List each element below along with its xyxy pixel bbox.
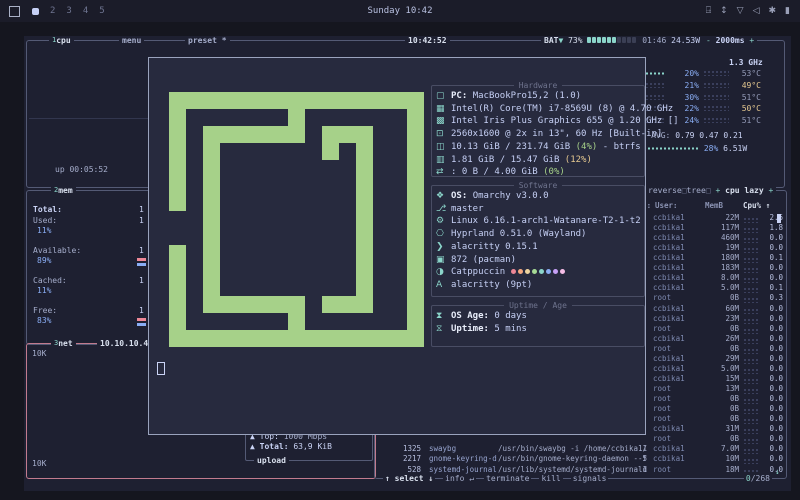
action-select[interactable]: ↑ select ↓ xyxy=(383,474,435,483)
btop-clock: 10:42:52 xyxy=(405,36,450,45)
fastfetch-line: ◫10.13 GiB / 231.74 GiB (4%) - btrfs xyxy=(436,141,679,154)
fastfetch-line: ❖OS: Omarchy v3.0.0 xyxy=(436,190,641,203)
fastfetch-line: ▣872 (pacman) xyxy=(436,254,641,267)
git-branch-icon: ⎇ xyxy=(436,203,451,216)
omarchy-ascii-logo xyxy=(169,92,424,347)
action-signals[interactable]: signals xyxy=(571,474,609,483)
process-row[interactable]: 528systemd-journal/usr/lib/systemd/syste… xyxy=(375,465,784,475)
fastfetch-line: ▦Intel(R) Core(TM) i7-8569U (8) @ 4.70 G… xyxy=(436,103,679,116)
swap-icon: ⇄ xyxy=(436,166,451,179)
display-icon: ⊡ xyxy=(436,128,451,141)
cpu-icon: ▦ xyxy=(436,103,451,116)
hardware-lines: ▢PC: MacBookPro15,2 (1.0)▦Intel(R) Core(… xyxy=(436,90,679,179)
process-row[interactable]: 1325swaybg/usr/bin/swaybg -i /home/ccbik… xyxy=(375,444,784,454)
wm-icon: ⎔ xyxy=(436,228,451,241)
fastfetch-line: ▩Intel Iris Plus Graphics 655 @ 1.20 GHz… xyxy=(436,115,679,128)
bar-clock: Sunday 10:42 xyxy=(0,6,800,16)
mem-row-label: Available: xyxy=(33,246,81,255)
fastfetch-line: ⚙Linux 6.16.1-arch1-Watanare-T2-1-t2 xyxy=(436,215,641,228)
os-icon: ❖ xyxy=(436,190,451,203)
packages-icon: ▣ xyxy=(436,254,451,267)
cpu-core-row: 21%49°C xyxy=(625,81,783,90)
mem-row-label: Total: xyxy=(33,205,62,214)
mem-row-label: Used: xyxy=(33,216,57,225)
os-age-icon: ⧗ xyxy=(436,310,451,323)
top-bar: 2 3 4 5 Sunday 10:42 ⍈↕▽◁✱▮ xyxy=(0,0,800,22)
desktop: 2 3 4 5 Sunday 10:42 ⍈↕▽◁✱▮ 1cpu menu pr… xyxy=(0,0,800,500)
net-box-title[interactable]: 3net xyxy=(51,339,76,348)
software-lines: ❖OS: Omarchy v3.0.0⎇master⚙Linux 6.16.1-… xyxy=(436,190,641,292)
fastfetch-window: Hardware ▢PC: MacBookPro15,2 (1.0)▦Intel… xyxy=(148,57,646,435)
fastfetch-line: ⎇master xyxy=(436,203,641,216)
mem-row-label: Cached: xyxy=(33,276,67,285)
uptime-header: Uptime / Age xyxy=(432,301,644,310)
kernel-icon: ⚙ xyxy=(436,215,451,228)
preset-button[interactable]: preset * xyxy=(185,36,230,45)
net-scale-bottom: 10K xyxy=(32,459,46,468)
gpu-icon: ▩ xyxy=(436,115,451,128)
disk-icon: ◫ xyxy=(436,141,451,154)
process-row[interactable]: 2217gnome-keyring-d/usr/bin/gnome-keyrin… xyxy=(375,454,784,464)
uptime-lines: ⧗OS Age: 0 days⧖Uptime: 5 mins xyxy=(436,310,527,335)
proc-action-bar: ↑ select ↓ info ↵ terminate kill signals xyxy=(383,474,608,483)
hardware-header: Hardware xyxy=(432,81,644,90)
software-header: Software xyxy=(432,181,644,190)
menu-button[interactable]: menu xyxy=(119,36,144,45)
cpu-core-row: 20%53°C xyxy=(625,69,783,78)
terminal-cursor xyxy=(157,362,165,375)
col-user[interactable]: User: xyxy=(655,201,678,210)
mem-box-title[interactable]: 2mem xyxy=(51,186,76,195)
fastfetch-line: ◑Catppuccin xyxy=(436,266,641,279)
fastfetch-line: ⧗OS Age: 0 days xyxy=(436,310,527,323)
theme-icon: ◑ xyxy=(436,266,451,279)
terminal-icon: ❯ xyxy=(436,241,451,254)
process-row[interactable]: root0B0.0 xyxy=(375,434,784,444)
fastfetch-line: ▢PC: MacBookPro15,2 (1.0) xyxy=(436,90,679,103)
action-info[interactable]: info ↵ xyxy=(443,474,476,483)
fastfetch-line: ▥1.81 GiB / 15.47 GiB (12%) xyxy=(436,154,679,167)
cpu-frequency: 1.3 GHz xyxy=(729,58,763,67)
fastfetch-line: ⊡2560x1600 @ 2x in 13", 60 Hz [Built-in] xyxy=(436,128,679,141)
action-kill[interactable]: kill xyxy=(539,474,562,483)
uptime-label: up 00:05:52 xyxy=(55,165,108,174)
uptime-icon: ⧖ xyxy=(436,323,451,336)
proc-counter: 0/268 xyxy=(744,474,772,483)
fastfetch-line: ⧖Uptime: 5 mins xyxy=(436,323,527,336)
upload-tab[interactable]: upload xyxy=(254,456,289,465)
net-scale-top: 10K xyxy=(32,349,46,358)
proc-scrollbar[interactable] xyxy=(777,214,781,223)
action-terminate[interactable]: terminate xyxy=(484,474,531,483)
fastfetch-line: Aalacritty (9pt) xyxy=(436,279,641,292)
scroll-more-icon: ↓ xyxy=(775,467,780,476)
col-mem[interactable]: MemB xyxy=(705,201,723,210)
cpu-box-title[interactable]: 1cpu xyxy=(49,36,74,45)
font-icon: A xyxy=(436,279,451,292)
proc-sort-controls[interactable]: reverse□tree□ + cpu lazy + xyxy=(645,186,776,195)
fastfetch-line: ❯alacritty 0.15.1 xyxy=(436,241,641,254)
battery-meter xyxy=(587,36,637,45)
battery-status: BAT▼ 73% 01:46 24.53W xyxy=(541,36,703,45)
col-cpu[interactable]: Cpu% ↑ xyxy=(743,201,770,210)
update-interval-control[interactable]: - 2000ms + xyxy=(703,36,757,45)
mem-row-label: Free: xyxy=(33,306,57,315)
pc-icon: ▢ xyxy=(436,90,451,103)
memory-icon: ▥ xyxy=(436,154,451,167)
fastfetch-line: ⇄: 0 B / 4.00 GiB (0%) xyxy=(436,166,679,179)
fastfetch-line: ⎔Hyprland 0.51.0 (Wayland) xyxy=(436,228,641,241)
